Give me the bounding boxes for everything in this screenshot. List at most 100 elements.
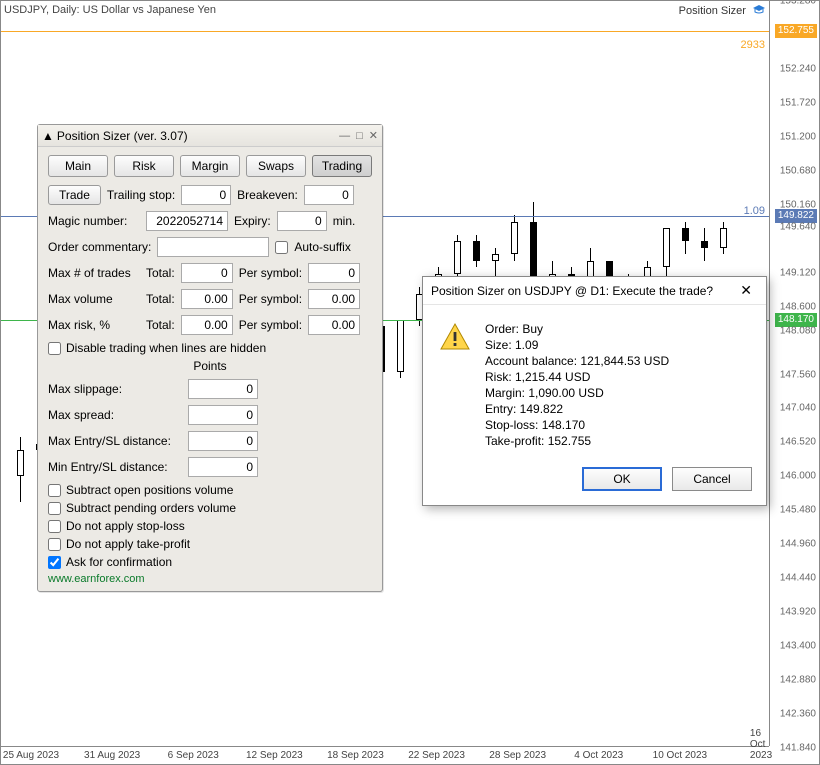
price-tick: 146.520: [772, 437, 816, 448]
dialog-line-risk: Risk: 1,215.44 USD: [485, 369, 669, 385]
max-slippage-input[interactable]: [188, 379, 258, 399]
warning-icon: [439, 321, 471, 449]
subtract-open-checkbox[interactable]: [48, 484, 61, 497]
min-entry-sl-input[interactable]: [188, 457, 258, 477]
subtract-pending-checkbox[interactable]: [48, 502, 61, 515]
ok-button[interactable]: OK: [582, 467, 662, 491]
total-label: Total:: [146, 266, 175, 280]
price-tick: 151.200: [772, 131, 816, 142]
max-risk-per-input[interactable]: [308, 315, 360, 335]
max-trades-per-input[interactable]: [308, 263, 360, 283]
max-spread-input[interactable]: [188, 405, 258, 425]
breakeven-input[interactable]: [304, 185, 354, 205]
expiry-input[interactable]: [277, 211, 327, 231]
price-tick: 151.720: [772, 97, 816, 108]
dialog-line-margin: Margin: 1,090.00 USD: [485, 385, 669, 401]
max-volume-total-input[interactable]: [181, 289, 233, 309]
price-tick: 149.120: [772, 267, 816, 278]
confirm-dialog: Position Sizer on USDJPY @ D1: Execute t…: [422, 276, 767, 506]
date-tick: 28 Sep 2023: [489, 750, 546, 761]
no-tp-checkbox[interactable]: [48, 538, 61, 551]
panel-titlebar[interactable]: ▲ Position Sizer (ver. 3.07) — □ ✕: [38, 125, 382, 147]
magic-number-input[interactable]: [146, 211, 228, 231]
tab-risk[interactable]: Risk: [114, 155, 174, 177]
tab-main[interactable]: Main: [48, 155, 108, 177]
points-header: Points: [48, 359, 372, 373]
order-commentary-input[interactable]: [157, 237, 269, 257]
date-tick: 4 Oct 2023: [574, 750, 623, 761]
max-entry-sl-input[interactable]: [188, 431, 258, 451]
price-axis: 153.280152.240151.720151.200150.680150.1…: [769, 1, 819, 746]
price-tick: 142.880: [772, 675, 816, 686]
date-tick: 22 Sep 2023: [408, 750, 465, 761]
max-trades-label: Max # of trades: [48, 266, 140, 280]
dialog-title: Position Sizer on USDJPY @ D1: Execute t…: [431, 284, 713, 298]
disable-trading-checkbox[interactable]: [48, 342, 61, 355]
expiry-label: Expiry:: [234, 214, 271, 228]
minimize-button[interactable]: —: [339, 130, 350, 142]
date-tick: 10 Oct 2023: [653, 750, 707, 761]
date-tick: 12 Sep 2023: [246, 750, 303, 761]
per-symbol-label-3: Per symbol:: [239, 318, 302, 332]
dialog-line-size: Size: 1.09: [485, 337, 669, 353]
tab-trading[interactable]: Trading: [312, 155, 372, 177]
tab-bar: Main Risk Margin Swaps Trading: [48, 155, 372, 177]
total-label-3: Total:: [146, 318, 175, 332]
date-tick: 25 Aug 2023: [3, 750, 59, 761]
dialog-line-tp: Take-profit: 152.755: [485, 433, 669, 449]
max-trades-total-input[interactable]: [181, 263, 233, 283]
price-tick: 148.600: [772, 301, 816, 312]
price-tick: 143.920: [772, 607, 816, 618]
close-button[interactable]: ✕: [369, 129, 378, 142]
max-risk-label: Max risk, %: [48, 318, 140, 332]
price-tick: 143.400: [772, 641, 816, 652]
trailing-stop-input[interactable]: [181, 185, 231, 205]
max-spread-label: Max spread:: [48, 408, 182, 422]
max-volume-per-input[interactable]: [308, 289, 360, 309]
app-frame: USDJPY, Daily: US Dollar vs Japanese Yen…: [0, 0, 820, 765]
cancel-button[interactable]: Cancel: [672, 467, 752, 491]
expiry-unit-label: min.: [333, 214, 356, 228]
min-entry-sl-label: Min Entry/SL distance:: [48, 460, 182, 474]
dialog-line-balance: Account balance: 121,844.53 USD: [485, 353, 669, 369]
ask-confirm-checkbox[interactable]: [48, 556, 61, 569]
price-tick: 147.040: [772, 403, 816, 414]
date-tick: 18 Sep 2023: [327, 750, 384, 761]
tab-margin[interactable]: Margin: [180, 155, 240, 177]
dialog-titlebar[interactable]: Position Sizer on USDJPY @ D1: Execute t…: [423, 277, 766, 305]
total-label-2: Total:: [146, 292, 175, 306]
take-profit-line[interactable]: [1, 31, 769, 32]
no-sl-checkbox[interactable]: [48, 520, 61, 533]
price-tick: 146.000: [772, 471, 816, 482]
auto-suffix-checkbox[interactable]: [275, 241, 288, 254]
auto-suffix-label: Auto-suffix: [294, 240, 350, 254]
position-sizer-panel[interactable]: ▲ Position Sizer (ver. 3.07) — □ ✕ Main …: [37, 124, 383, 592]
collapse-icon[interactable]: ▲: [42, 129, 54, 143]
tab-swaps[interactable]: Swaps: [246, 155, 306, 177]
chart-title: USDJPY, Daily: US Dollar vs Japanese Yen: [4, 4, 216, 16]
disable-trading-label: Disable trading when lines are hidden: [66, 341, 266, 355]
price-tick: 153.280: [772, 0, 816, 7]
date-tick: 6 Sep 2023: [168, 750, 219, 761]
no-tp-label: Do not apply take-profit: [66, 537, 190, 551]
max-slippage-label: Max slippage:: [48, 382, 182, 396]
earnforex-link[interactable]: www.earnforex.com: [48, 573, 372, 585]
date-tick: 31 Aug 2023: [84, 750, 140, 761]
trade-button[interactable]: Trade: [48, 185, 101, 205]
price-tick: 147.560: [772, 369, 816, 380]
maximize-button[interactable]: □: [356, 130, 363, 142]
dialog-close-button[interactable]: ✕: [734, 280, 758, 301]
price-tick: 148.080: [772, 326, 816, 337]
per-symbol-label-2: Per symbol:: [239, 292, 302, 306]
date-axis: 25 Aug 2023 31 Aug 2023 6 Sep 2023 12 Sep 2…: [1, 746, 769, 764]
max-entry-sl-label: Max Entry/SL distance:: [48, 434, 182, 448]
panel-title: Position Sizer (ver. 3.07): [57, 129, 188, 143]
trailing-stop-label: Trailing stop:: [107, 188, 175, 202]
subtract-open-label: Subtract open positions volume: [66, 483, 233, 497]
price-tick: 142.360: [772, 709, 816, 720]
panel-body: Main Risk Margin Swaps Trading Trade Tra…: [38, 147, 382, 591]
subtract-pending-label: Subtract pending orders volume: [66, 501, 236, 515]
max-risk-total-input[interactable]: [181, 315, 233, 335]
price-tick: 144.440: [772, 573, 816, 584]
dialog-message: Order: Buy Size: 1.09 Account balance: 1…: [485, 321, 669, 449]
